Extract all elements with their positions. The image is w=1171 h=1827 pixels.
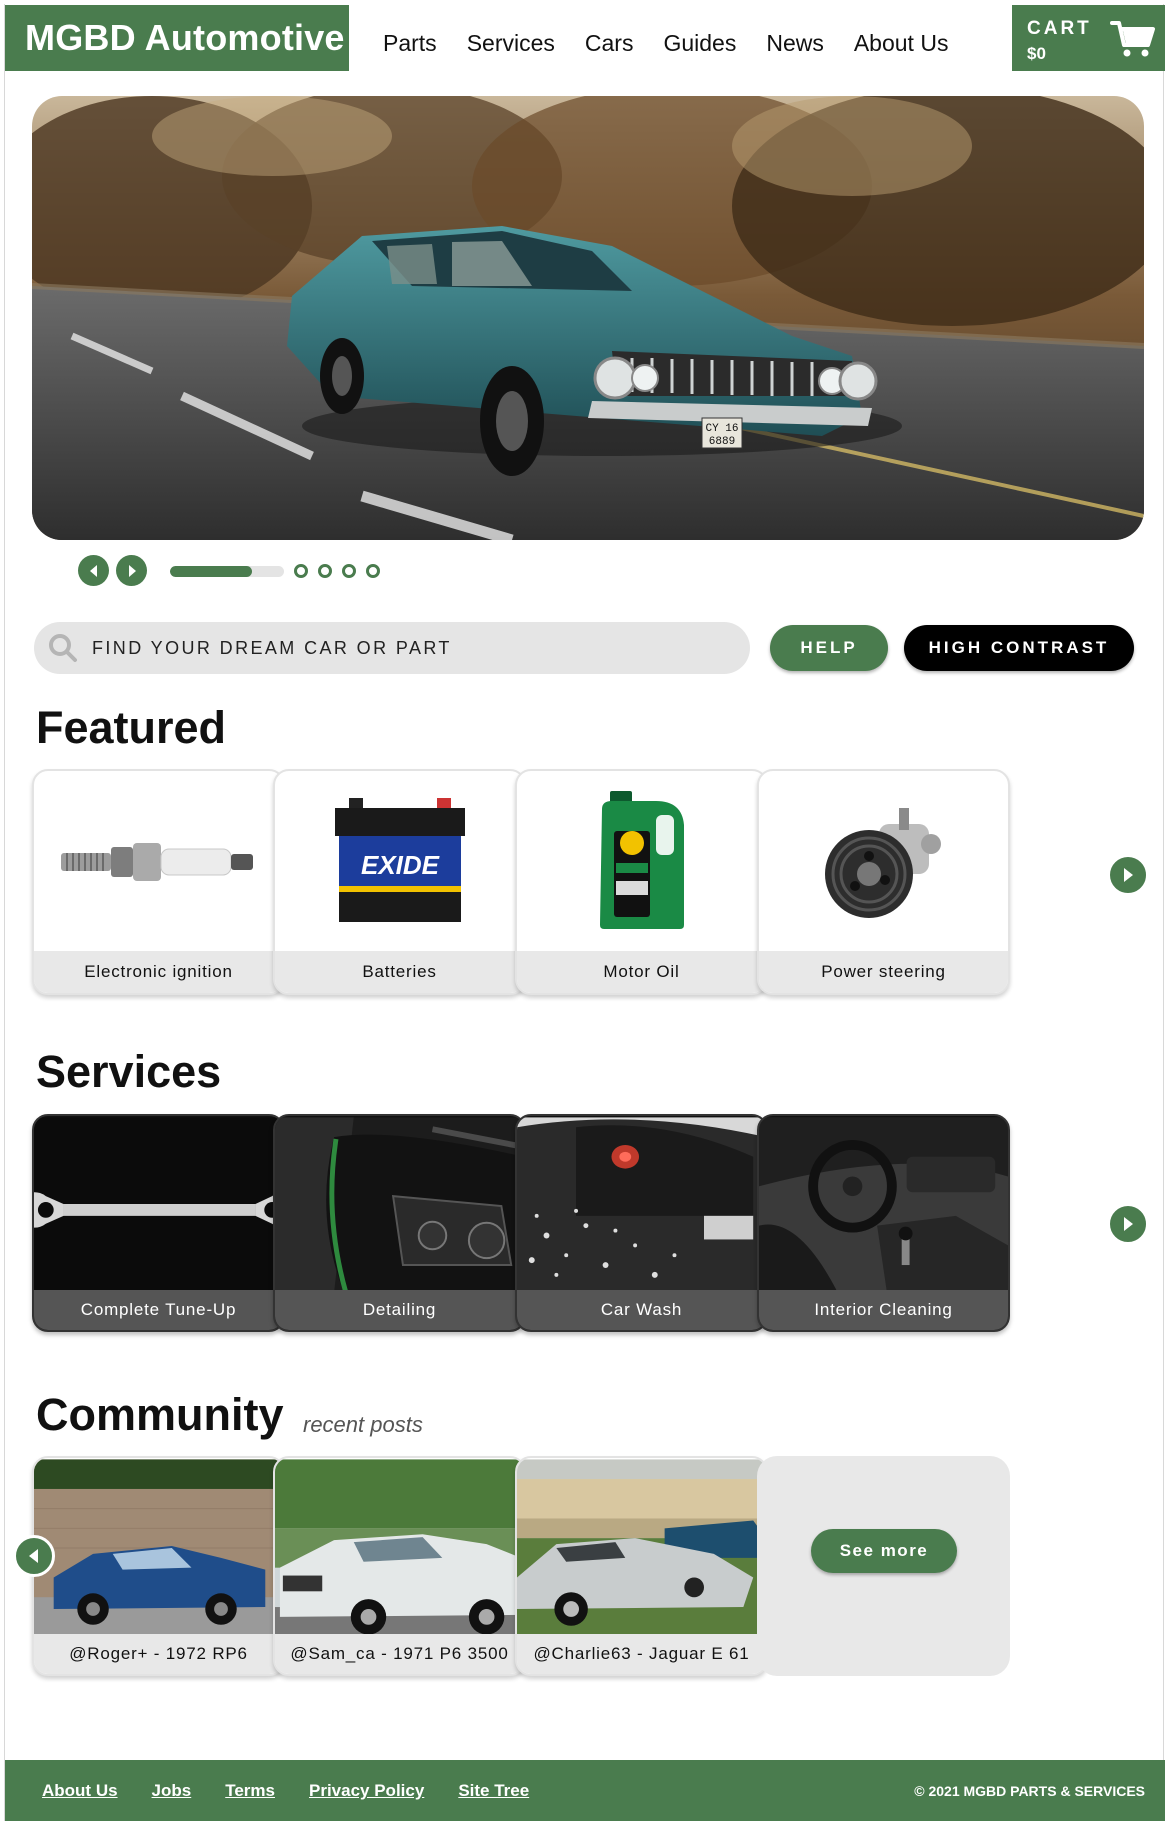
- footer-link-jobs[interactable]: Jobs: [152, 1781, 192, 1801]
- footer-link-privacy-policy[interactable]: Privacy Policy: [309, 1781, 424, 1801]
- high-contrast-button[interactable]: HIGH CONTRAST: [904, 625, 1134, 671]
- cart-label: CART: [1027, 18, 1092, 39]
- search-bar: [34, 622, 750, 674]
- featured-card-electronic-ignition[interactable]: Electronic ignition: [32, 769, 285, 995]
- battery-brand: EXIDE: [360, 850, 439, 880]
- featured-card-label: Electronic ignition: [34, 951, 283, 993]
- footer-link-terms[interactable]: Terms: [225, 1781, 275, 1801]
- community-post-photo: [517, 1459, 766, 1637]
- featured-card-label: Power steering: [759, 951, 1008, 993]
- chevron-right-icon: [1124, 868, 1133, 882]
- search-icon: [49, 634, 77, 662]
- service-card-label: Detailing: [275, 1290, 524, 1330]
- site-logo[interactable]: MGBD Automotive: [5, 5, 349, 71]
- chevron-right-icon: [128, 564, 136, 577]
- cart-button[interactable]: CART $0: [1012, 5, 1165, 71]
- featured-card-label: Batteries: [275, 951, 524, 993]
- carousel-next-button[interactable]: [116, 555, 147, 586]
- community-post-card[interactable]: @Sam_ca - 1971 P6 3500: [273, 1456, 526, 1676]
- car-wash-photo: [517, 1117, 766, 1293]
- featured-card-batteries[interactable]: EXIDE Batteries: [273, 769, 526, 995]
- community-post-card[interactable]: @Roger+ - 1972 RP6: [32, 1456, 285, 1676]
- community-post-label: @Roger+ - 1972 RP6: [34, 1634, 283, 1674]
- main-nav: Parts Services Cars Guides News About Us: [383, 30, 948, 57]
- page: MGBD Automotive Parts Services Cars Guid…: [4, 4, 1165, 1821]
- nav-parts[interactable]: Parts: [383, 30, 437, 57]
- featured-next-button[interactable]: [1107, 854, 1149, 896]
- footer-link-site-tree[interactable]: Site Tree: [458, 1781, 529, 1801]
- hero-car-photo: CY 16 6889: [32, 96, 1144, 540]
- carousel-dot[interactable]: [294, 564, 308, 578]
- carousel-controls: [78, 555, 398, 587]
- plate-line-1: CY 16: [705, 423, 738, 435]
- battery-icon: EXIDE: [334, 798, 465, 922]
- power-steering-pump-icon: [824, 808, 941, 918]
- featured-heading: Featured: [36, 702, 227, 753]
- wrench-photo: [34, 1117, 283, 1293]
- community-post-label: @Sam_ca - 1971 P6 3500: [275, 1634, 524, 1674]
- chevron-left-icon: [29, 1549, 38, 1563]
- service-card-complete-tune-up[interactable]: Complete Tune-Up: [32, 1114, 285, 1332]
- community-post-label: @Charlie63 - Jaguar E 61: [517, 1634, 766, 1674]
- featured-card-image: EXIDE: [275, 771, 524, 951]
- see-more-button[interactable]: See more: [811, 1529, 957, 1573]
- search-input[interactable]: [92, 622, 732, 674]
- cart-total: $0: [1027, 44, 1046, 63]
- community-subtitle: recent posts: [303, 1412, 423, 1437]
- carousel-dot[interactable]: [366, 564, 380, 578]
- footer-links: About Us Jobs Terms Privacy Policy Site …: [42, 1781, 529, 1801]
- help-button[interactable]: HELP: [770, 625, 888, 671]
- chevron-right-icon: [1124, 1217, 1133, 1231]
- featured-card-power-steering[interactable]: Power steering: [757, 769, 1010, 995]
- see-more-card: See more: [757, 1456, 1010, 1676]
- plate-line-2: 6889: [709, 436, 735, 448]
- service-card-detailing[interactable]: Detailing: [273, 1114, 526, 1332]
- car-interior-photo: [759, 1117, 1008, 1293]
- carousel-dot[interactable]: [342, 564, 356, 578]
- nav-about-us[interactable]: About Us: [854, 30, 949, 57]
- oil-jug-icon: [599, 791, 684, 929]
- chevron-left-icon: [89, 564, 97, 577]
- detailing-photo: [275, 1117, 524, 1294]
- featured-card-motor-oil[interactable]: Motor Oil: [515, 769, 768, 995]
- community-prev-button[interactable]: [13, 1535, 55, 1577]
- community-post-photo: [275, 1459, 524, 1637]
- community-heading: Community: [36, 1389, 284, 1440]
- carousel-dot[interactable]: [318, 564, 332, 578]
- nav-services[interactable]: Services: [467, 30, 555, 57]
- service-card-car-wash[interactable]: Car Wash: [515, 1114, 768, 1332]
- service-card-label: Complete Tune-Up: [34, 1290, 283, 1330]
- service-card-label: Car Wash: [517, 1290, 766, 1330]
- featured-card-image: [517, 771, 766, 951]
- nav-cars[interactable]: Cars: [585, 30, 634, 57]
- carousel-progress: [170, 566, 284, 577]
- site-header: MGBD Automotive Parts Services Cars Guid…: [5, 4, 1165, 72]
- community-post-card[interactable]: @Charlie63 - Jaguar E 61: [515, 1456, 768, 1676]
- community-post-photo: [34, 1459, 283, 1637]
- shopping-cart-icon: [1110, 21, 1155, 57]
- services-next-button[interactable]: [1107, 1203, 1149, 1245]
- copyright: © 2021 MGBD PARTS & SERVICES: [914, 1783, 1145, 1799]
- site-footer: About Us Jobs Terms Privacy Policy Site …: [5, 1760, 1165, 1821]
- carousel-prev-button[interactable]: [78, 555, 109, 586]
- hero-image[interactable]: CY 16 6889: [32, 96, 1144, 540]
- nav-news[interactable]: News: [766, 30, 824, 57]
- spark-plug-icon: [60, 843, 253, 881]
- nav-guides[interactable]: Guides: [663, 30, 736, 57]
- footer-link-about-us[interactable]: About Us: [42, 1781, 118, 1801]
- featured-card-image: [759, 771, 1008, 951]
- service-card-label: Interior Cleaning: [759, 1290, 1008, 1330]
- carousel-progress-fill: [170, 566, 253, 577]
- featured-card-image: [34, 771, 283, 951]
- service-card-interior-cleaning[interactable]: Interior Cleaning: [757, 1114, 1010, 1332]
- services-heading: Services: [36, 1046, 222, 1097]
- featured-card-label: Motor Oil: [517, 951, 766, 993]
